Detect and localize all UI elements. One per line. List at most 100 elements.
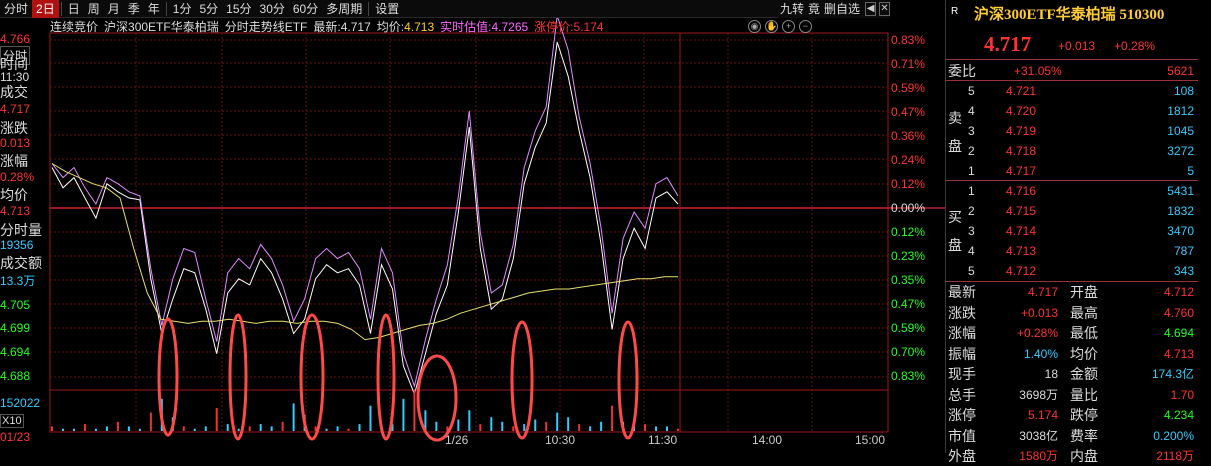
sell-level[interactable]: 1 4.717 5	[946, 161, 1198, 181]
volume-bar	[589, 426, 592, 431]
chevron-left-icon[interactable]: ◀	[865, 2, 877, 16]
zoom-out-icon[interactable]: −	[799, 20, 812, 33]
buy-level[interactable]: 1 4.716 5431	[946, 181, 1198, 201]
ratio-row: 委比 +31.05% 5621	[948, 63, 1194, 79]
pct-value: 0.28%	[0, 170, 35, 184]
jiuzhuan-button[interactable]: 九转	[778, 0, 806, 18]
vol-value: 4.717	[0, 102, 31, 116]
price-top-tick: 4.766	[0, 32, 31, 46]
sell-level[interactable]: 4 4.720 1812	[946, 101, 1198, 121]
security-title: 沪深300ETF华泰柏瑞 510300	[974, 7, 1165, 23]
volume-bar	[281, 421, 284, 431]
hand-icon[interactable]: ✋	[765, 20, 778, 33]
period-tab[interactable]: 年	[144, 0, 164, 18]
price-tick-3: 4.694	[0, 345, 31, 359]
period-tab[interactable]: 30分	[256, 0, 289, 18]
volume-bar	[402, 398, 405, 431]
pct-tick-label: 0.70%	[891, 345, 925, 359]
buy-level[interactable]: 5 4.712 343	[946, 261, 1198, 281]
volume-bar	[105, 426, 108, 431]
volume-bar	[94, 428, 97, 431]
remove-watchlist-button[interactable]: 删自选	[822, 0, 862, 18]
pct-tick-label: 0.83%	[891, 369, 925, 383]
volume-bar	[490, 417, 493, 431]
period-tab[interactable]: 周	[84, 0, 104, 18]
stat-row: 现手 18 金额 174.3亿	[948, 366, 1194, 382]
price-series-line	[51, 41, 679, 396]
volume-bar	[567, 417, 570, 431]
avg-value: 4.713	[404, 20, 435, 34]
volume-bar	[479, 424, 482, 431]
eye-icon[interactable]: ◉	[748, 20, 761, 33]
pct-tick-label: 0.23%	[891, 249, 925, 263]
price-series-line	[51, 163, 678, 341]
period-tab[interactable]: 季	[124, 0, 144, 18]
sell-level[interactable]: 2 4.718 3272	[946, 141, 1198, 161]
period-tab[interactable]: 15分	[222, 0, 255, 18]
period-tab[interactable]: 月	[104, 0, 124, 18]
avg-label: 均价:	[376, 20, 405, 34]
volume-bar	[204, 426, 207, 431]
volume-max-tick: 152022	[0, 396, 41, 410]
current-price: 4.717	[984, 32, 1032, 56]
volume-bar	[83, 424, 86, 431]
left-info-column: 4.766 分时 时间 11:30 成交 4.717 涨跌 0.013 涨幅 0…	[0, 32, 50, 453]
sell-level[interactable]: 5 4.721 108	[946, 81, 1198, 101]
period-tab[interactable]: 1分	[169, 0, 196, 18]
volume-bar	[61, 428, 64, 431]
buy-level[interactable]: 3 4.714 3470	[946, 221, 1198, 241]
period-tab[interactable]: 日	[64, 0, 84, 18]
time-tick-label: 1/26	[445, 433, 469, 447]
highlight-oval	[617, 320, 639, 440]
period-tab[interactable]: 5分	[195, 0, 222, 18]
pct-tick-label: 0.59%	[891, 321, 925, 335]
period-tab[interactable]: 多周期	[322, 0, 366, 18]
security-name: 沪深300ETF华泰柏瑞	[104, 20, 219, 34]
pct-tick-label: 0.47%	[891, 105, 925, 119]
price-tick-1: 4.705	[0, 298, 31, 312]
divider	[60, 1, 62, 16]
volume-bar	[116, 421, 119, 431]
price-series-line	[51, 15, 679, 388]
buy-level[interactable]: 2 4.715 1832	[946, 201, 1198, 221]
volume-bar	[127, 426, 130, 431]
volume-scale-button[interactable]: X10	[0, 414, 24, 428]
estimate-label: 实时估值:	[440, 20, 492, 34]
divider	[165, 1, 167, 16]
volume-bar	[51, 426, 53, 431]
change-value: 0.013	[0, 136, 31, 150]
price-tick-4: 4.688	[0, 369, 31, 383]
period-tab[interactable]: 分时	[0, 0, 32, 18]
volume-bar	[457, 419, 460, 431]
pct-tick-label: 0.36%	[891, 129, 925, 143]
jing-button[interactable]: 竟	[806, 0, 822, 18]
volume-bar	[578, 424, 581, 431]
limit-up-value: 5.174	[573, 20, 604, 34]
close-icon[interactable]: ✕	[879, 2, 890, 16]
amount-label: 成交额	[0, 255, 42, 271]
sell-level[interactable]: 3 4.719 1045	[946, 121, 1198, 141]
stat-row: 总手 3698万 量比 1.70	[948, 386, 1194, 403]
volume-bar	[215, 408, 218, 431]
pct-tick-label: 0.35%	[891, 273, 925, 287]
stat-row: 振幅 1.40% 均价 4.713	[948, 345, 1194, 362]
buy-level[interactable]: 4 4.713 787	[946, 241, 1198, 261]
volume-bar	[600, 421, 603, 431]
intraday-chart[interactable]: 0.83% 0.71% 0.59% 0.47% 0.36% 0.24% 0.12% 0.00%…	[0, 0, 945, 453]
volume-bar	[655, 426, 658, 431]
zoom-in-icon[interactable]: +	[782, 20, 795, 33]
volume-bar	[611, 405, 614, 431]
stat-row: 涨幅 +0.28% 最低 4.694	[948, 325, 1194, 341]
volume-bar	[666, 426, 669, 431]
stat-row: 涨跌 +0.013 最高 4.760	[948, 304, 1194, 321]
volume-bar	[259, 424, 262, 431]
period-tab[interactable]: 60分	[289, 0, 322, 18]
volume-bar	[358, 424, 361, 431]
volume-bar	[556, 412, 559, 431]
price-change: +0.013	[1058, 39, 1096, 53]
period-tab[interactable]: 2日	[32, 0, 59, 18]
volume-bar	[369, 405, 372, 431]
volume-bar	[193, 428, 196, 431]
period-tab[interactable]: 设置	[371, 0, 403, 18]
lot-label: 分时量	[0, 222, 42, 238]
